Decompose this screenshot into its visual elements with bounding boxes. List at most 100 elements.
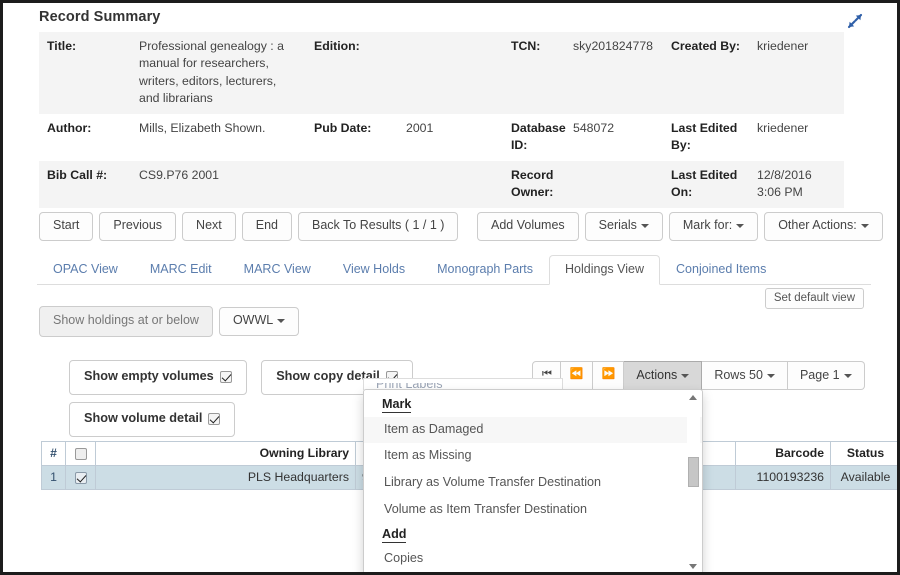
created-by-label: Created By: [663,32,749,114]
checkbox-icon[interactable] [219,370,232,383]
record-view-tabs: OPAC View MARC Edit MARC View View Holds… [37,255,871,285]
menu-group-heading-add: Add [364,524,702,547]
header-barcode[interactable]: Barcode [735,441,831,466]
page-number-dropdown[interactable]: Page 1 [787,361,865,391]
record-navigation-buttons: Start Previous Next End Back To Results … [39,212,459,241]
set-default-view-button[interactable]: Set default view [764,288,864,309]
previous-page-button[interactable]: ⏪ [560,361,593,391]
author-label: Author: [39,113,131,161]
header-select-all[interactable] [65,441,96,466]
end-button[interactable]: End [241,212,292,241]
holdings-toolbar: ⏮ ⏪ ⏩ Actions Rows 50 Page 1 [532,361,865,391]
header-row-number: # [41,441,66,466]
next-button[interactable]: Next [182,212,236,241]
chevron-down-icon [860,223,869,228]
back-to-results-button[interactable]: Back To Results ( 1 / 1 ) [298,212,459,241]
page-label: Page 1 [799,368,840,382]
show-holdings-at-or-below-label: Show holdings at or below [39,306,213,337]
actions-dropdown-button[interactable]: Actions [624,361,703,391]
menu-item-item-as-damaged[interactable]: Item as Damaged [364,416,702,444]
other-actions-dropdown-button[interactable]: Other Actions: [764,212,883,241]
database-id-label: Database ID: [503,113,566,161]
record-action-buttons: Add Volumes Serials Mark for: Other Acti… [477,212,883,241]
show-empty-volumes-toggle[interactable]: Show empty volumes [69,360,247,395]
mark-for-dropdown-button[interactable]: Mark for: [668,212,759,241]
author-value: Mills, Elizabeth Shown. [131,113,306,161]
other-actions-label: Other Actions: [778,218,857,232]
row-select-checkbox[interactable] [65,465,96,490]
serials-dropdown-button[interactable]: Serials [584,212,663,241]
rows-label: Rows 50 [714,368,763,382]
pub-date-label: Pub Date: [306,113,398,161]
menu-item-copies[interactable]: Copies [364,546,702,572]
chevron-down-icon [736,223,745,228]
next-page-button[interactable]: ⏩ [592,361,625,391]
mark-for-label: Mark for: [682,218,733,232]
actions-label: Actions [636,368,678,382]
tab-marc-edit[interactable]: MARC Edit [134,255,228,285]
scrollbar-thumb[interactable] [688,457,699,487]
summary-row-author: Author: Mills, Elizabeth Shown. Pub Date… [39,113,844,161]
chevron-down-icon [766,373,775,378]
org-unit-value: OWWL [232,313,274,327]
scroll-down-arrow-icon[interactable] [689,564,697,569]
start-button[interactable]: Start [39,212,94,241]
chevron-down-icon [843,373,852,378]
checkbox-icon[interactable] [208,412,221,425]
title-label: Title: [39,32,131,114]
previous-button[interactable]: Previous [99,212,177,241]
menu-item-library-as-volume-transfer-destination[interactable]: Library as Volume Transfer Destination [364,470,702,497]
menu-scrollbar[interactable] [687,393,700,571]
add-volumes-button[interactable]: Add Volumes [477,212,579,241]
header-owning-library[interactable]: Owning Library [95,441,356,466]
actions-dropdown-menu: Mark Item as Damaged Item as Missing Lib… [363,389,703,572]
tab-opac-view[interactable]: OPAC View [37,255,134,285]
tab-holdings-view[interactable]: Holdings View [549,255,661,285]
menu-item-volume-as-item-transfer-destination[interactable]: Volume as Item Transfer Destination [364,497,702,524]
title-value[interactable]: Professional genealogy : a manual for re… [131,32,306,114]
menu-group-heading-mark: Mark [364,394,702,417]
tab-view-holds[interactable]: View Holds [327,255,421,285]
collapse-arrows-icon[interactable] [845,11,865,31]
menu-item-item-as-missing[interactable]: Item as Missing [364,443,702,470]
page-title: Record Summary [39,9,161,25]
summary-row-bibcall: Bib Call #: CS9.P76 2001 Record Owner: L… [39,160,844,208]
tab-conjoined-items[interactable]: Conjoined Items [660,255,782,285]
chevron-down-icon [640,223,649,228]
created-by-value: kriedener [749,32,844,114]
show-volume-detail-toggle[interactable]: Show volume detail [69,401,236,437]
record-owner-label: Record Owner: [503,160,565,208]
add-heading-label: Add [382,526,407,543]
org-unit-dropdown-button[interactable]: OWWL [218,307,300,336]
tab-monograph-parts[interactable]: Monograph Parts [421,255,549,285]
select-all-checkbox-icon[interactable] [74,447,87,460]
bib-call-label: Bib Call #: [39,160,131,208]
add-volumes-label: Add Volumes [491,218,565,232]
last-edited-on-value: 12/8/2016 3:06 PM [749,160,844,208]
chevron-down-icon [681,373,690,378]
tab-marc-view[interactable]: MARC View [228,255,327,285]
tcn-value: sky201824778 [565,32,663,114]
tcn-label: TCN: [503,32,565,114]
last-edited-by-label: Last Edited By: [663,113,749,161]
last-edited-on-label: Last Edited On: [663,160,749,208]
database-id-value: 548072 [565,113,663,161]
spacer-cell-1 [306,160,398,208]
row-status: Available [830,465,897,490]
show-volume-detail-label: Show volume detail [84,410,203,425]
row-owning-library: PLS Headquarters [95,465,356,490]
edition-label: Edition: [306,32,398,114]
bib-call-value: CS9.P76 2001 [131,160,306,208]
rows-per-page-dropdown[interactable]: Rows 50 [702,361,788,391]
holdings-scope-filter: Show holdings at or below OWWL [39,306,300,337]
edition-value [398,32,503,114]
header-status[interactable]: Status [830,441,897,466]
scroll-up-arrow-icon[interactable] [689,395,697,400]
record-owner-value [565,160,663,208]
row-barcode: 1100193236 [735,465,831,490]
serials-label: Serials [598,218,637,232]
summary-row-title: Title: Professional genealogy : a manual… [39,32,844,114]
show-empty-volumes-label: Show empty volumes [84,369,214,383]
checkbox-icon[interactable] [74,471,87,484]
pub-date-value: 2001 [398,113,503,161]
